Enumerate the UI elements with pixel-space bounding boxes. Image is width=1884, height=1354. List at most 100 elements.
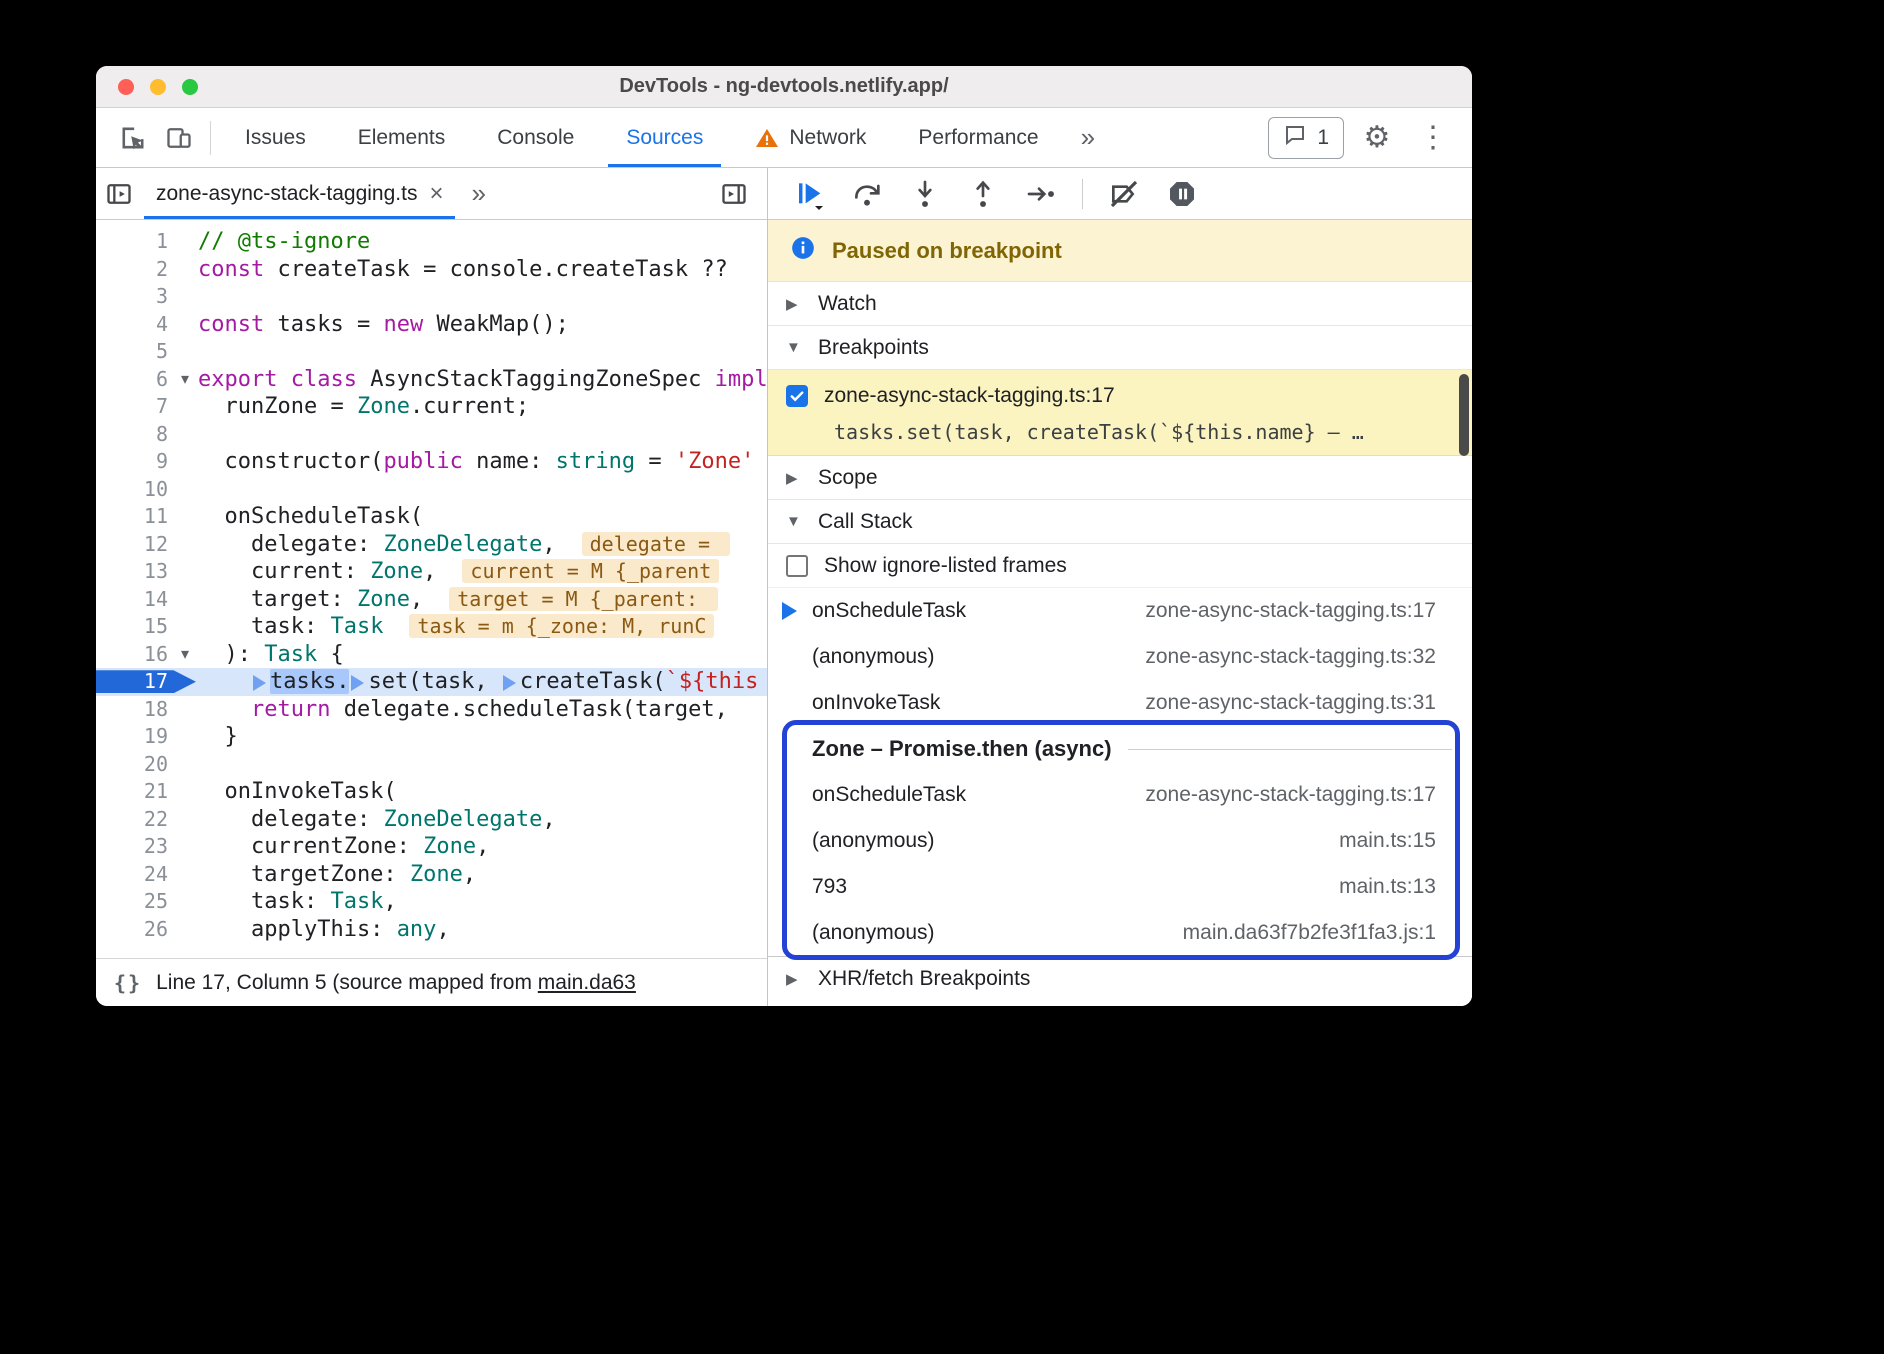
fold-arrow-icon[interactable]: ▾ — [172, 366, 198, 394]
code-text[interactable]: const createTask = console.createTask ?? — [198, 256, 767, 284]
line-number[interactable]: 25 — [96, 888, 172, 916]
code-text[interactable]: } — [198, 723, 767, 751]
line-number[interactable]: 15 — [96, 613, 172, 641]
inline-breakpoint-icon[interactable] — [503, 675, 516, 691]
tab-sources[interactable]: Sources — [600, 108, 729, 167]
code-text[interactable]: ): Task { — [198, 641, 767, 669]
code-text[interactable]: return delegate.scheduleTask(target, — [198, 696, 767, 724]
section-watch[interactable]: ▶ Watch — [768, 282, 1472, 326]
line-number[interactable]: 14 — [96, 586, 172, 614]
debugger-toolbar — [768, 168, 1472, 220]
breakpoint-checkbox[interactable] — [786, 385, 808, 407]
code-text[interactable]: runZone = Zone.current; — [198, 393, 767, 421]
scrollbar-thumb[interactable] — [1459, 374, 1469, 456]
line-number[interactable]: 11 — [96, 503, 172, 531]
code-text[interactable]: delegate: ZoneDelegate, — [198, 806, 767, 834]
step-button[interactable] — [1024, 177, 1058, 211]
code-editor[interactable]: 1 // @ts-ignore 2 const createTask = consol… — [96, 220, 767, 958]
call-stack-frame[interactable]: onInvokeTaskzone-async-stack-tagging.ts:… — [768, 680, 1472, 726]
code-text[interactable]: current: Zone,current = M {_parent — [198, 558, 767, 586]
line-number[interactable]: 7 — [96, 393, 172, 421]
step-over-button[interactable] — [850, 177, 884, 211]
console-messages-button[interactable]: 1 — [1268, 117, 1344, 159]
section-call-stack[interactable]: ▼ Call Stack — [768, 500, 1472, 544]
source-map-link[interactable]: main.da63 — [538, 971, 636, 994]
code-text[interactable]: currentZone: Zone, — [198, 833, 767, 861]
line-number[interactable]: 13 — [96, 558, 172, 586]
line-number[interactable]: 2 — [96, 256, 172, 284]
ignore-listed-row[interactable]: Show ignore-listed frames — [768, 544, 1472, 588]
more-panels-button[interactable]: » — [1065, 122, 1111, 153]
line-number[interactable]: 6 — [96, 366, 172, 394]
close-window-button[interactable] — [118, 79, 134, 95]
toggle-debugger-pane-icon[interactable] — [711, 171, 757, 217]
call-stack-frame[interactable]: (anonymous)zone-async-stack-tagging.ts:3… — [768, 634, 1472, 680]
line-number[interactable]: 3 — [96, 283, 172, 311]
line-number[interactable]: 4 — [96, 311, 172, 339]
step-out-button[interactable] — [966, 177, 1000, 211]
file-tab[interactable]: zone-async-stack-tagging.ts × — [142, 168, 457, 219]
line-number[interactable]: 18 — [96, 696, 172, 724]
code-text[interactable]: // @ts-ignore — [198, 228, 767, 256]
line-number[interactable]: 21 — [96, 778, 172, 806]
deactivate-breakpoints-button[interactable] — [1107, 177, 1141, 211]
breakpoint-entry[interactable]: zone-async-stack-tagging.ts:17 tasks.set… — [768, 370, 1472, 456]
line-number[interactable]: 10 — [96, 476, 172, 504]
pretty-print-icon[interactable]: {} — [114, 971, 142, 995]
section-breakpoints[interactable]: ▼ Breakpoints — [768, 326, 1472, 370]
device-toolbar-icon[interactable] — [156, 115, 202, 161]
code-text[interactable]: onScheduleTask( — [198, 503, 767, 531]
code-text[interactable]: tasks.set(task, createTask(`${this — [198, 668, 767, 696]
code-text[interactable]: applyThis: any, — [198, 916, 767, 944]
line-number[interactable]: 24 — [96, 861, 172, 889]
line-number[interactable]: 5 — [96, 338, 172, 366]
inline-breakpoint-icon[interactable] — [351, 675, 364, 691]
show-navigator-icon[interactable] — [96, 171, 142, 217]
call-stack-frame[interactable]: (anonymous)main.da63f7b2fe3f1fa3.js:1 — [768, 910, 1472, 956]
inspect-icon[interactable] — [110, 115, 156, 161]
code-text[interactable]: const tasks = new WeakMap(); — [198, 311, 767, 339]
more-tabs-button[interactable]: » — [457, 178, 499, 209]
code-token: Zone — [410, 862, 463, 887]
inline-breakpoint-icon[interactable] — [253, 675, 266, 691]
line-number[interactable]: 20 — [96, 751, 172, 779]
tab-issues[interactable]: Issues — [219, 108, 332, 167]
ignore-listed-checkbox[interactable] — [786, 555, 808, 577]
pause-on-exceptions-button[interactable] — [1165, 177, 1199, 211]
line-number[interactable]: 9 — [96, 448, 172, 476]
minimize-window-button[interactable] — [150, 79, 166, 95]
code-text[interactable]: task: Tasktask = m {_zone: M, runC — [198, 613, 767, 641]
section-xhr-fetch-breakpoints[interactable]: ▶ XHR/fetch Breakpoints — [768, 956, 1472, 1000]
line-number[interactable]: 16 — [96, 641, 172, 669]
settings-gear-icon[interactable]: ⚙ — [1354, 115, 1400, 161]
line-number[interactable]: 1 — [96, 228, 172, 256]
call-stack-frame[interactable]: (anonymous)main.ts:15 — [768, 818, 1472, 864]
tab-elements[interactable]: Elements — [332, 108, 472, 167]
call-stack-frame[interactable]: onScheduleTaskzone-async-stack-tagging.t… — [768, 588, 1472, 634]
line-number[interactable]: 8 — [96, 421, 172, 449]
step-into-button[interactable] — [908, 177, 942, 211]
code-text[interactable]: target: Zone,target = M {_parent: — [198, 586, 767, 614]
code-text[interactable]: export class AsyncStackTaggingZoneSpec i… — [198, 366, 767, 394]
call-stack-frame[interactable]: 793main.ts:13 — [768, 864, 1472, 910]
tab-console[interactable]: Console — [471, 108, 600, 167]
line-number[interactable]: 19 — [96, 723, 172, 751]
tab-network[interactable]: Network — [729, 108, 892, 167]
call-stack-frame[interactable]: onScheduleTaskzone-async-stack-tagging.t… — [768, 772, 1472, 818]
line-number[interactable]: 22 — [96, 806, 172, 834]
code-text[interactable]: onInvokeTask( — [198, 778, 767, 806]
code-text[interactable]: targetZone: Zone, — [198, 861, 767, 889]
zoom-window-button[interactable] — [182, 79, 198, 95]
code-text[interactable]: task: Task, — [198, 888, 767, 916]
close-icon[interactable]: × — [429, 180, 443, 208]
line-number[interactable]: 23 — [96, 833, 172, 861]
resume-button[interactable] — [792, 177, 826, 211]
fold-arrow-icon[interactable]: ▾ — [172, 641, 198, 669]
code-text[interactable]: constructor(public name: string = 'Zone' — [198, 448, 767, 476]
section-scope[interactable]: ▶ Scope — [768, 456, 1472, 500]
tab-performance[interactable]: Performance — [892, 108, 1064, 167]
code-text[interactable]: delegate: ZoneDelegate,delegate = — [198, 531, 767, 559]
kebab-menu-icon[interactable]: ⋮ — [1410, 115, 1456, 161]
line-number[interactable]: 12 — [96, 531, 172, 559]
line-number[interactable]: 26 — [96, 916, 172, 944]
